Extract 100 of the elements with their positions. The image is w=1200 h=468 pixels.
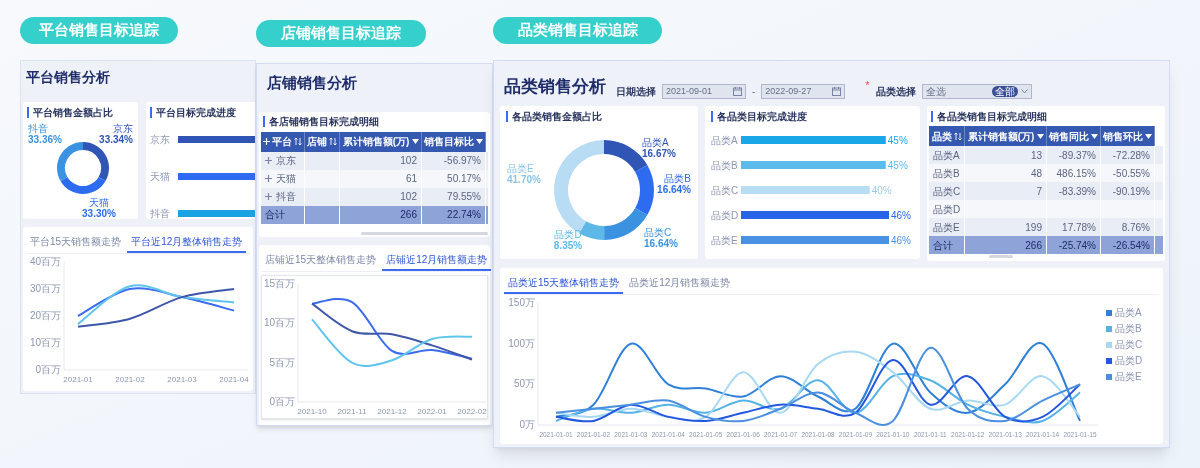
tab[interactable]: 品类近15天整体销售走势 (504, 272, 624, 294)
bar-label: 品类B (711, 160, 738, 171)
column-header[interactable]: 平台 (261, 131, 305, 152)
legend-label: 品类C (1115, 338, 1143, 352)
calendar-icon[interactable] (832, 87, 842, 96)
caret-icon[interactable] (412, 139, 419, 144)
slice-label: 京东 33.34% (99, 123, 133, 145)
table-cell-text: 品类D (933, 202, 961, 217)
sort-icon[interactable] (294, 137, 302, 146)
sort-icon[interactable] (329, 137, 337, 146)
column-header[interactable]: 销售目标比 (422, 131, 486, 152)
scrollbar[interactable] (989, 255, 1013, 258)
caret-icon[interactable] (1091, 133, 1098, 139)
window-title: 店铺销售分析 (266, 73, 358, 93)
card-title: 各店铺销售目标完成明细 (269, 115, 379, 129)
table-cell-text: 102 (400, 154, 417, 168)
table-cell-text: -72.28% (1112, 148, 1150, 163)
axis-label: 150万 (508, 297, 535, 308)
table-cell-text: 48 (1030, 166, 1042, 181)
table-cell-text: 13 (1030, 148, 1042, 163)
table-cell-text: -50.55% (1112, 166, 1150, 181)
table-cell-text: 50.17% (447, 172, 481, 186)
axis-label: 10百万 (29, 337, 61, 348)
table-cell-text: 17.78% (1062, 220, 1096, 235)
caret-icon[interactable] (1037, 133, 1044, 139)
axis-label: 2021-03 (167, 375, 197, 384)
card-title: 各品类销售金额占比 (512, 109, 602, 124)
column-header[interactable]: 累计销售额(万) (340, 131, 422, 152)
value-label: 45% (887, 135, 908, 146)
plus-icon[interactable] (265, 175, 272, 182)
plus-icon[interactable] (265, 193, 272, 200)
value-label: 46% (891, 235, 911, 246)
axis-label: 40百万 (29, 256, 61, 267)
bar-label: 天猫 (150, 170, 171, 184)
table-cell-text: 品类B (933, 166, 960, 181)
date-field[interactable]: 2022-09-27 (761, 84, 846, 99)
sort-icon[interactable] (954, 131, 962, 141)
table-cell-text: 抖音 (276, 190, 296, 204)
axis-label: 2022-01 (417, 407, 447, 417)
tab[interactable]: 店铺近15天整体销售走势 (261, 249, 381, 272)
table-cell-text: -89.37% (1058, 148, 1096, 163)
bar-label: 品类A (711, 135, 738, 146)
axis-label: 30百万 (29, 283, 61, 294)
table-cell-text: 品类E (933, 220, 960, 235)
axis-label: 2021-01 (63, 375, 93, 384)
required-mark: * (865, 78, 870, 93)
table-cell-text: 486.15% (1056, 166, 1096, 181)
table-cell-text: -56.97% (443, 154, 481, 168)
calendar-icon[interactable] (733, 87, 742, 96)
axis-label: 2021-04 (219, 375, 249, 384)
tab[interactable]: 品类近12月销售额走势 (625, 272, 735, 294)
table-cell-text: 79.55% (447, 190, 481, 204)
axis-label: 2021-10 (297, 407, 327, 417)
table-cell-text: 合计 (933, 238, 953, 253)
legend-label: 品类E (1115, 370, 1142, 384)
bar-label: 京东 (150, 133, 171, 147)
bar-label: 品类E (711, 235, 738, 246)
legend-swatch (1106, 341, 1112, 348)
legend-swatch (1106, 309, 1112, 316)
legend-label: 品类B (1115, 322, 1142, 336)
column-header[interactable]: 销售同比 (1047, 126, 1101, 146)
column-header[interactable]: 累计销售额(万) (965, 126, 1047, 146)
slice-label: 品类B 16.64% (657, 173, 691, 195)
table-cell-text: 102 (400, 190, 417, 204)
legend-swatch (1106, 325, 1112, 332)
legend-swatch (1106, 373, 1112, 380)
selection-badge: 全部 (991, 86, 1018, 97)
column-header[interactable]: 店铺 (305, 131, 340, 152)
filter-label: 品类选择 (875, 85, 916, 99)
caret-icon[interactable] (1145, 133, 1152, 139)
column-header[interactable]: 品类 (929, 126, 965, 146)
category-select[interactable]: 全选 全部 (921, 84, 1032, 99)
axis-label: 20百万 (29, 310, 61, 321)
axis-label: 0万 (519, 419, 535, 430)
axis-label: 0百万 (269, 396, 295, 408)
axis-label: 2022-02 (457, 407, 487, 417)
axis-label: 50万 (513, 378, 535, 390)
axis-label: 100万 (508, 337, 535, 349)
section-pill: 平台销售目标追踪 (20, 17, 178, 44)
table-cell-text: 京东 (276, 154, 296, 168)
tab[interactable]: 店铺近12月销售额走势 (382, 249, 492, 272)
column-header[interactable]: 销售环比 (1101, 126, 1155, 146)
date-separator: - (752, 85, 756, 99)
table-cell-text: 22.74% (447, 208, 481, 222)
tab[interactable]: 平台15天销售额走势 (26, 231, 126, 253)
table-cell-text: 61 (405, 172, 417, 186)
date-field[interactable]: 2021-09-01 (662, 84, 746, 99)
plus-icon[interactable] (265, 157, 272, 164)
filter-label: 日期选择 (616, 85, 656, 99)
slice-label: 抖音 33.36% (28, 123, 62, 145)
legend-swatch (1106, 357, 1112, 364)
bar-label: 品类D (711, 210, 739, 221)
slice-label: 品类A 16.67% (642, 137, 676, 159)
caret-icon[interactable] (476, 139, 483, 144)
table-cell-text: 266 (400, 208, 417, 222)
card-title: 各品类目标完成进度 (717, 109, 807, 124)
tab[interactable]: 平台近12月整体销售走势 (127, 231, 247, 253)
axis-label: 2021-02 (115, 375, 145, 384)
table-cell-text: -90.19% (1112, 184, 1150, 199)
slice-label: 品类E 41.70% (507, 163, 541, 185)
